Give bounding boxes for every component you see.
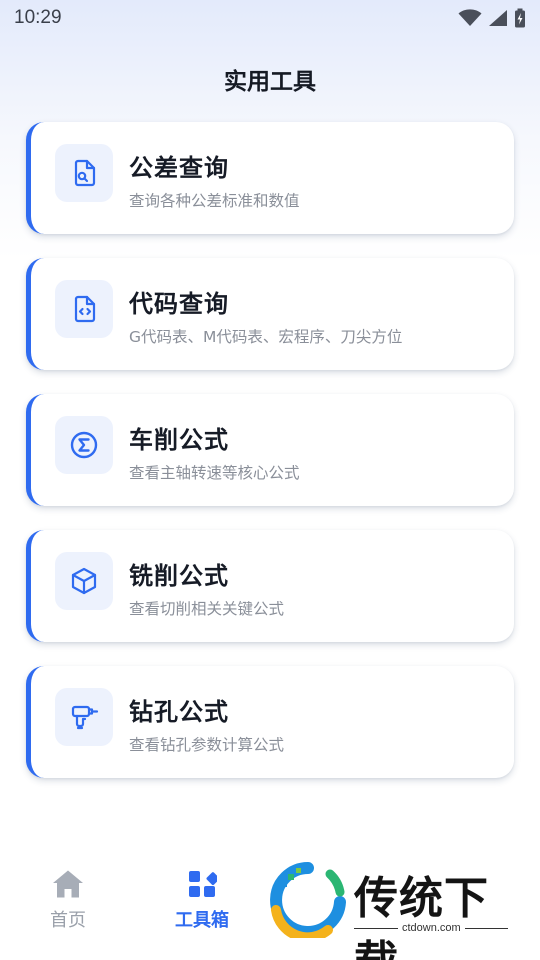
card-description: G代码表、M代码表、宏程序、刀尖方位 bbox=[129, 328, 403, 346]
card-title: 公差查询 bbox=[129, 154, 229, 182]
nav-toolbox[interactable]: 工具箱 bbox=[162, 868, 242, 938]
page-title: 实用工具 bbox=[224, 69, 316, 95]
tool-card-list: 公差查询 查询各种公差标准和数值 代码查询 G代码表、M代码表、宏程序、刀尖方位… bbox=[26, 122, 514, 802]
card-icon-box bbox=[55, 280, 113, 338]
card-description: 查看钻孔参数计算公式 bbox=[129, 736, 285, 754]
cube-icon bbox=[71, 567, 97, 595]
sigma-icon bbox=[70, 431, 98, 459]
card-icon-box bbox=[55, 144, 113, 202]
card-icon-box bbox=[55, 688, 113, 746]
card-title: 代码查询 bbox=[129, 290, 229, 318]
tool-card-turning[interactable]: 车削公式 查看主轴转速等核心公式 bbox=[26, 394, 514, 506]
tool-card-milling[interactable]: 铣削公式 查看切削相关关键公式 bbox=[26, 530, 514, 642]
card-icon-box bbox=[55, 416, 113, 474]
tool-card-tolerance[interactable]: 公差查询 查询各种公差标准和数值 bbox=[26, 122, 514, 234]
status-icons bbox=[458, 8, 526, 28]
card-description: 查看切削相关关键公式 bbox=[129, 600, 285, 618]
nav-toolbox-icon-wrap bbox=[187, 868, 217, 900]
document-search-icon bbox=[74, 159, 96, 187]
nav-home-label: 首页 bbox=[50, 910, 86, 931]
nav-home[interactable]: 首页 bbox=[28, 868, 108, 938]
nav-home-icon-wrap bbox=[52, 868, 84, 900]
watermark-logo-icon bbox=[270, 862, 346, 938]
status-time: 10:29 bbox=[14, 7, 62, 28]
card-description: 查询各种公差标准和数值 bbox=[129, 192, 300, 210]
home-icon bbox=[53, 870, 83, 898]
cellular-signal-icon bbox=[489, 10, 507, 26]
card-title: 铣削公式 bbox=[129, 562, 229, 590]
card-description: 查看主轴转速等核心公式 bbox=[129, 464, 300, 482]
wifi-icon bbox=[458, 9, 482, 26]
status-bar: 10:29 bbox=[0, 0, 540, 36]
drill-icon bbox=[71, 705, 99, 730]
watermark-name: 传统下载 bbox=[354, 873, 489, 960]
card-icon-box bbox=[55, 552, 113, 610]
watermark-url: ctdown.com bbox=[398, 922, 465, 934]
watermark: 传统下载 ctdown.com bbox=[268, 858, 528, 960]
card-title: 钻孔公式 bbox=[129, 698, 229, 726]
card-title: 车削公式 bbox=[129, 426, 229, 454]
nav-toolbox-label: 工具箱 bbox=[175, 910, 229, 931]
tool-card-code[interactable]: 代码查询 G代码表、M代码表、宏程序、刀尖方位 bbox=[26, 258, 514, 370]
apps-grid-icon bbox=[189, 871, 217, 897]
battery-icon bbox=[515, 8, 525, 28]
code-file-icon bbox=[74, 295, 96, 323]
tool-card-drilling[interactable]: 钻孔公式 查看钻孔参数计算公式 bbox=[26, 666, 514, 778]
